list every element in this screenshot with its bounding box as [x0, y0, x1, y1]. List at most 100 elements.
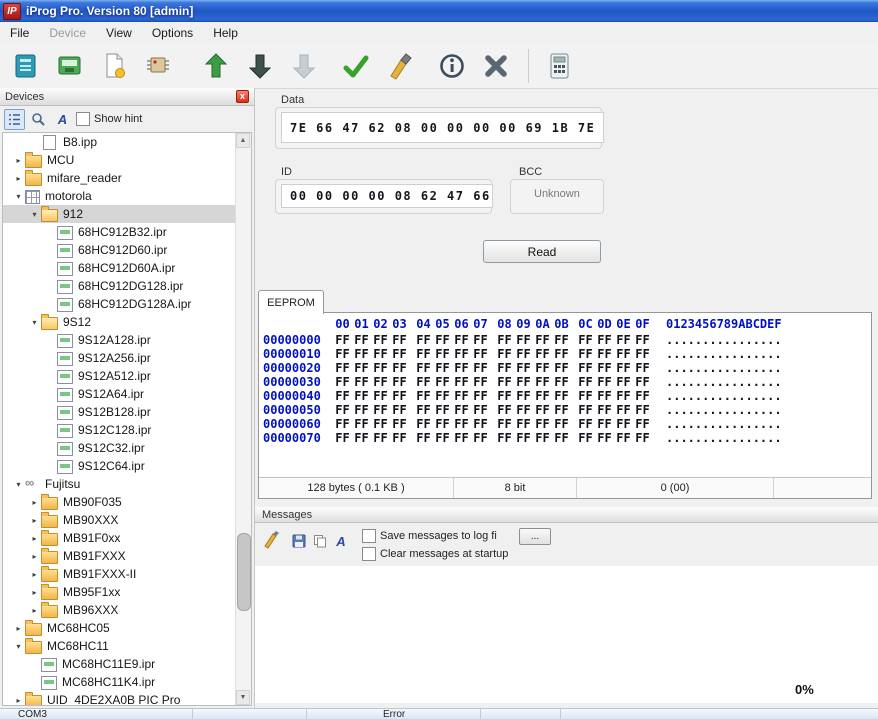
- hex-byte-cell[interactable]: FF: [533, 361, 552, 375]
- tree-item-9s12c32-ipr[interactable]: 9S12C32.ipr: [3, 439, 236, 457]
- list-view-button[interactable]: [4, 108, 25, 130]
- tree-item-68hc912d60-ipr[interactable]: 68HC912D60.ipr: [3, 241, 236, 259]
- hex-byte-cell[interactable]: FF: [414, 431, 433, 445]
- hex-byte-cell[interactable]: FF: [614, 389, 633, 403]
- tree-item-mb96xxx[interactable]: ▸ MB96XXX: [3, 601, 236, 619]
- hex-byte-cell[interactable]: FF: [633, 361, 652, 375]
- hex-byte-cell[interactable]: FF: [614, 403, 633, 417]
- hex-byte-cell[interactable]: FF: [390, 333, 409, 347]
- copy-button[interactable]: [311, 532, 329, 550]
- hex-byte-cell[interactable]: FF: [333, 375, 352, 389]
- hex-byte-cell[interactable]: FF: [614, 333, 633, 347]
- hex-byte-cell[interactable]: FF: [533, 389, 552, 403]
- hex-byte-cell[interactable]: FF: [390, 403, 409, 417]
- save-log-button[interactable]: [290, 532, 308, 550]
- tree-item-9s12c64-ipr[interactable]: 9S12C64.ipr: [3, 457, 236, 475]
- hex-byte-cell[interactable]: FF: [633, 403, 652, 417]
- hex-byte-cell[interactable]: FF: [414, 417, 433, 431]
- chip-button[interactable]: [136, 45, 180, 87]
- hex-byte-cell[interactable]: FF: [390, 431, 409, 445]
- hex-byte-cell[interactable]: FF: [576, 403, 595, 417]
- hex-grid[interactable]: 00 01 02 03 04 05 06 07 08 09 0A 0B 0C 0D 0E 0F 01234567…: [263, 316, 869, 445]
- hex-byte-cell[interactable]: FF: [514, 361, 533, 375]
- collapse-arrow-icon[interactable]: ▾: [13, 642, 24, 651]
- hex-byte-cell[interactable]: FF: [371, 403, 390, 417]
- hex-byte-cell[interactable]: FF: [390, 347, 409, 361]
- tree-item-mc68hc11e9-ipr[interactable]: MC68HC11E9.ipr: [3, 655, 236, 673]
- hex-byte-cell[interactable]: FF: [414, 333, 433, 347]
- expand-arrow-icon[interactable]: ▸: [29, 498, 40, 507]
- hex-byte-cell[interactable]: FF: [352, 417, 371, 431]
- tree-item-mb91f0xx[interactable]: ▸ MB91F0xx: [3, 529, 236, 547]
- collapse-arrow-icon[interactable]: ▾: [13, 192, 24, 201]
- hex-byte-cell[interactable]: FF: [495, 333, 514, 347]
- devices-panel-close-icon[interactable]: x: [236, 90, 249, 103]
- hex-byte-cell[interactable]: FF: [352, 347, 371, 361]
- tab-eeprom[interactable]: EEPROM: [258, 290, 324, 314]
- tree-item-mb91fxxx[interactable]: ▸ MB91FXXX: [3, 547, 236, 565]
- tree-item-mc68hc11k4-ipr[interactable]: MC68HC11K4.ipr: [3, 673, 236, 691]
- hex-byte-cell[interactable]: FF: [333, 431, 352, 445]
- hex-byte-cell[interactable]: FF: [595, 375, 614, 389]
- hex-byte-cell[interactable]: FF: [333, 389, 352, 403]
- hex-byte-cell[interactable]: FF: [471, 417, 490, 431]
- tree-item-mb91fxxx-ii[interactable]: ▸ MB91FXXX-II: [3, 565, 236, 583]
- hex-byte-cell[interactable]: FF: [552, 389, 571, 403]
- hex-byte-cell[interactable]: FF: [333, 403, 352, 417]
- hex-byte-cell[interactable]: FF: [552, 417, 571, 431]
- hex-byte-cell[interactable]: FF: [633, 431, 652, 445]
- cancel-button[interactable]: [474, 45, 518, 87]
- hex-byte-cell[interactable]: FF: [552, 361, 571, 375]
- device-board-button[interactable]: [48, 45, 92, 87]
- hex-byte-cell[interactable]: FF: [552, 333, 571, 347]
- hex-byte-cell[interactable]: FF: [633, 389, 652, 403]
- hex-byte-cell[interactable]: FF: [514, 431, 533, 445]
- hex-byte-cell[interactable]: FF: [414, 403, 433, 417]
- tree-item-68hc912dg128a-ipr[interactable]: 68HC912DG128A.ipr: [3, 295, 236, 313]
- hex-byte-cell[interactable]: FF: [533, 431, 552, 445]
- hex-byte-cell[interactable]: FF: [452, 333, 471, 347]
- hex-byte-cell[interactable]: FF: [552, 347, 571, 361]
- hex-byte-cell[interactable]: FF: [614, 347, 633, 361]
- calculator-button[interactable]: [537, 45, 581, 87]
- hex-byte-cell[interactable]: FF: [495, 347, 514, 361]
- tree-item-9s12a128-ipr[interactable]: 9S12A128.ipr: [3, 331, 236, 349]
- tree-item-mc68hc05[interactable]: ▸ MC68HC05: [3, 619, 236, 637]
- hex-byte-cell[interactable]: FF: [614, 417, 633, 431]
- hex-byte-cell[interactable]: FF: [433, 347, 452, 361]
- hex-byte-cell[interactable]: FF: [452, 403, 471, 417]
- hex-byte-cell[interactable]: FF: [390, 375, 409, 389]
- hex-byte-cell[interactable]: FF: [433, 417, 452, 431]
- tree-item-9s12a512-ipr[interactable]: 9S12A512.ipr: [3, 367, 236, 385]
- tree-item-68hc912dg128-ipr[interactable]: 68HC912DG128.ipr: [3, 277, 236, 295]
- hex-byte-cell[interactable]: FF: [433, 431, 452, 445]
- hex-byte-cell[interactable]: FF: [333, 347, 352, 361]
- hex-byte-cell[interactable]: FF: [471, 431, 490, 445]
- hex-byte-cell[interactable]: FF: [576, 375, 595, 389]
- tree-item-68hc912b32-ipr[interactable]: 68HC912B32.ipr: [3, 223, 236, 241]
- collapse-arrow-icon[interactable]: ▾: [29, 318, 40, 327]
- hex-byte-cell[interactable]: FF: [390, 361, 409, 375]
- hex-byte-cell[interactable]: FF: [471, 361, 490, 375]
- expand-arrow-icon[interactable]: ▸: [29, 534, 40, 543]
- tree-item-9s12[interactable]: ▾ 9S12: [3, 313, 236, 331]
- hex-byte-cell[interactable]: FF: [595, 417, 614, 431]
- tree-item-68hc912d60a-ipr[interactable]: 68HC912D60A.ipr: [3, 259, 236, 277]
- hex-byte-cell[interactable]: FF: [514, 375, 533, 389]
- write-up-button[interactable]: [194, 45, 238, 87]
- hex-byte-cell[interactable]: FF: [471, 389, 490, 403]
- hex-byte-cell[interactable]: FF: [514, 403, 533, 417]
- hex-byte-cell[interactable]: FF: [371, 389, 390, 403]
- hex-byte-cell[interactable]: FF: [495, 403, 514, 417]
- hex-byte-cell[interactable]: FF: [614, 361, 633, 375]
- font-button[interactable]: A: [52, 109, 73, 130]
- hex-byte-cell[interactable]: FF: [352, 389, 371, 403]
- hex-byte-cell[interactable]: FF: [371, 361, 390, 375]
- hex-byte-cell[interactable]: FF: [595, 403, 614, 417]
- hex-byte-cell[interactable]: FF: [333, 361, 352, 375]
- hex-byte-cell[interactable]: FF: [495, 361, 514, 375]
- hex-byte-cell[interactable]: FF: [414, 347, 433, 361]
- hex-byte-cell[interactable]: FF: [452, 347, 471, 361]
- scroll-down-icon[interactable]: [236, 690, 250, 705]
- hex-byte-cell[interactable]: FF: [414, 375, 433, 389]
